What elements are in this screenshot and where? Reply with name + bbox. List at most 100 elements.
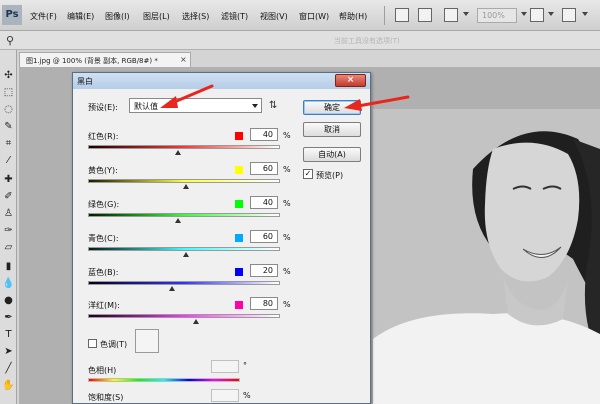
cyan-label: 青色(C): [88, 234, 119, 243]
menu-filter[interactable]: 滤镜(T) [221, 11, 248, 22]
dialog-title: 黑白 [77, 77, 93, 86]
gradient-tool-icon[interactable]: ▮ [2, 261, 15, 273]
hue-slider-track[interactable] [88, 378, 240, 382]
green-swatch [235, 200, 243, 208]
tool-preset-icon[interactable]: ⚲ [6, 34, 14, 47]
menu-window[interactable]: 窗口(W) [299, 11, 329, 22]
cyan-slider-thumb[interactable] [182, 252, 189, 257]
chevron-down-icon[interactable] [548, 12, 554, 16]
cyan-unit: % [283, 233, 291, 242]
preset-options-icon[interactable]: ⇅ [269, 100, 277, 111]
blue-swatch [235, 268, 243, 276]
green-value-input[interactable]: 40 [250, 196, 278, 209]
magenta-unit: % [283, 300, 291, 309]
dodge-tool-icon[interactable]: ● [2, 295, 15, 307]
document-tab[interactable]: 图1.jpg @ 100% (背景 副本, RGB/8#) * × [19, 52, 191, 67]
tools-panel: ✣ ⬚ ◌ ✎ ⌗ ⁄ ✚ ✐ ♙ ✑ ▱ ▮ 💧 ● ✒ T ➤ ╱ ✋ [0, 50, 17, 404]
tint-checkbox[interactable] [88, 339, 97, 348]
dialog-titlebar[interactable]: 黑白 × [73, 73, 370, 89]
preset-dropdown[interactable]: 默认值 [129, 98, 262, 113]
eraser-tool-icon[interactable]: ▱ [2, 242, 15, 254]
menu-select[interactable]: 选择(S) [182, 11, 209, 22]
screen-mode-icon[interactable] [562, 8, 576, 22]
magenta-slider-track[interactable] [88, 314, 280, 318]
mini-bridge-icon[interactable] [418, 8, 432, 22]
green-slider-track[interactable] [88, 213, 280, 217]
preset-value: 默认值 [134, 102, 158, 111]
photoshop-logo: Ps [2, 5, 22, 25]
blue-slider-thumb[interactable] [169, 286, 176, 291]
preview-checkbox[interactable]: ✓ [303, 169, 313, 179]
magenta-value-input[interactable]: 80 [250, 297, 278, 310]
saturation-value-input[interactable] [211, 389, 239, 402]
blue-value-input[interactable]: 20 [250, 264, 278, 277]
tint-color-swatch[interactable] [135, 329, 159, 353]
menu-image[interactable]: 图像(I) [105, 11, 130, 22]
zoom-level[interactable]: 100% [477, 8, 517, 23]
blue-slider-track[interactable] [88, 281, 280, 285]
hue-label: 色相(H) [88, 366, 117, 375]
cyan-swatch [235, 234, 243, 242]
red-label: 红色(R): [88, 132, 119, 141]
path-selection-tool-icon[interactable]: ➤ [2, 346, 15, 358]
menu-separator [384, 6, 385, 25]
red-slider-thumb[interactable] [175, 150, 182, 155]
chevron-down-icon [252, 104, 258, 108]
dialog-close-button[interactable]: × [335, 74, 366, 87]
red-slider-track[interactable] [88, 145, 280, 149]
hue-value-input[interactable] [211, 360, 239, 373]
clone-stamp-tool-icon[interactable]: ♙ [2, 208, 15, 220]
ok-button[interactable]: 确定 [303, 100, 361, 115]
cyan-value-input[interactable]: 60 [250, 230, 278, 243]
hand-tool-icon[interactable]: ✋ [2, 380, 15, 392]
magenta-slider-thumb[interactable] [192, 319, 199, 324]
bridge-icon[interactable] [395, 8, 409, 22]
yellow-value-input[interactable]: 60 [250, 162, 278, 175]
menu-view[interactable]: 视图(V) [260, 11, 288, 22]
close-icon[interactable]: × [180, 55, 187, 64]
yellow-slider-track[interactable] [88, 179, 280, 183]
menu-layer[interactable]: 图层(L) [143, 11, 170, 22]
arrange-documents-icon[interactable] [530, 8, 544, 22]
healing-brush-tool-icon[interactable]: ✚ [2, 174, 15, 186]
blue-label: 蓝色(B): [88, 268, 119, 277]
portrait-photo [373, 109, 600, 404]
view-extras-icon[interactable] [444, 8, 458, 22]
marquee-tool-icon[interactable]: ⬚ [2, 87, 15, 99]
magenta-label: 洋红(M): [88, 301, 120, 310]
chevron-down-icon[interactable] [463, 12, 469, 16]
yellow-slider-thumb[interactable] [182, 184, 189, 189]
eyedropper-tool-icon[interactable]: ⁄ [2, 155, 15, 167]
chevron-down-icon[interactable] [582, 12, 588, 16]
menu-edit[interactable]: 编辑(E) [67, 11, 94, 22]
crop-tool-icon[interactable]: ⌗ [2, 138, 15, 150]
document-title: 图1.jpg @ 100% (背景 副本, RGB/8#) * [26, 57, 158, 65]
menu-help[interactable]: 帮助(H) [339, 11, 367, 22]
green-slider-thumb[interactable] [175, 218, 182, 223]
move-tool-icon[interactable]: ✣ [2, 70, 15, 82]
history-brush-tool-icon[interactable]: ✑ [2, 225, 15, 237]
options-bar: ⚲ 当前工具没有选项(T) [0, 31, 600, 50]
options-hint: 当前工具没有选项(T) [334, 37, 400, 45]
green-label: 绿色(G): [88, 200, 120, 209]
preview-label: 预览(P) [316, 171, 344, 180]
blur-tool-icon[interactable]: 💧 [2, 278, 15, 290]
chevron-down-icon[interactable] [521, 12, 527, 16]
preset-label: 预设(E): [88, 103, 118, 112]
brush-tool-icon[interactable]: ✐ [2, 191, 15, 203]
yellow-swatch [235, 166, 243, 174]
pen-tool-icon[interactable]: ✒ [2, 312, 15, 324]
magenta-swatch [235, 301, 243, 309]
type-tool-icon[interactable]: T [2, 329, 15, 341]
black-white-dialog: 黑白 × 预设(E): 默认值 ⇅ 确定 取消 自动(A) ✓ 预览(P) 红色… [72, 72, 371, 404]
auto-button[interactable]: 自动(A) [303, 147, 361, 162]
shape-tool-icon[interactable]: ╱ [2, 363, 15, 375]
red-value-input[interactable]: 40 [250, 128, 278, 141]
cyan-slider-track[interactable] [88, 247, 280, 251]
menu-bar: Ps 文件(F) 编辑(E) 图像(I) 图层(L) 选择(S) 滤镜(T) 视… [0, 0, 600, 31]
lasso-tool-icon[interactable]: ◌ [2, 104, 15, 116]
menu-file[interactable]: 文件(F) [30, 11, 57, 22]
cancel-button[interactable]: 取消 [303, 122, 361, 137]
quick-select-tool-icon[interactable]: ✎ [2, 121, 15, 133]
red-unit: % [283, 131, 291, 140]
